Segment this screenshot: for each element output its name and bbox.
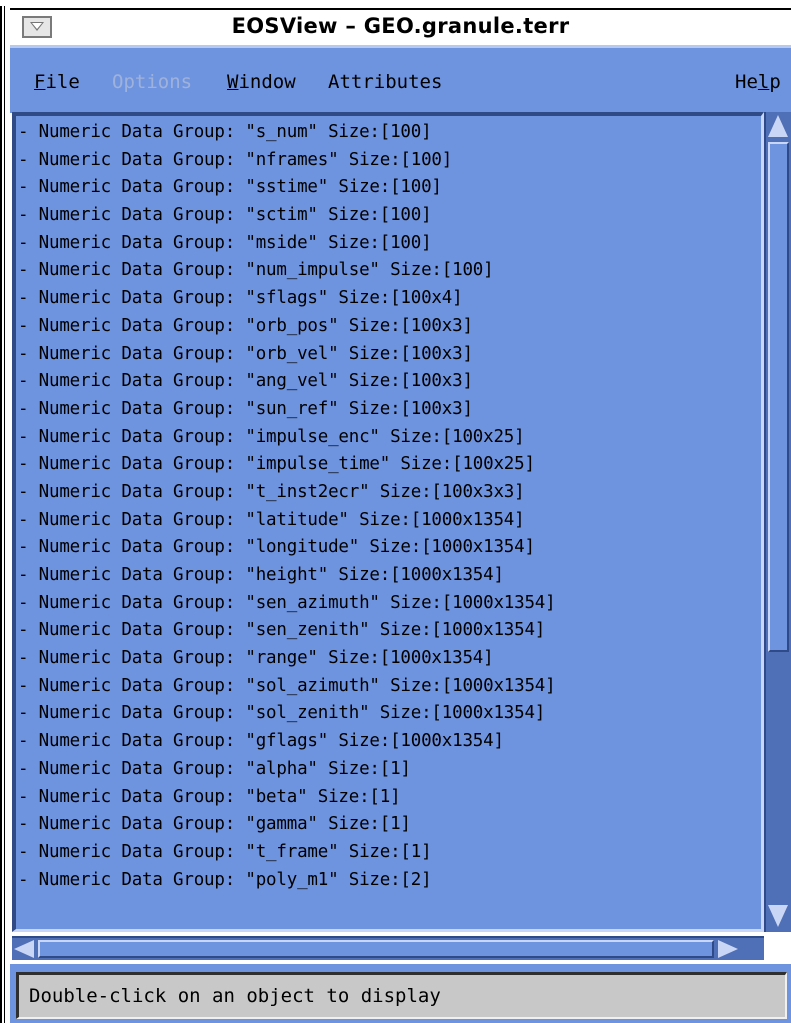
menu-help-label-start: He	[735, 71, 758, 93]
list-item[interactable]: - Numeric Data Group: "mside" Size:[100]	[18, 230, 758, 258]
vertical-scrollbar[interactable]	[764, 112, 791, 932]
menu-help[interactable]: Help	[735, 71, 781, 93]
horizontal-scrollbar[interactable]	[12, 936, 764, 960]
menu-window-label: indow	[238, 71, 296, 93]
status-bar: Double-click on an object to display	[16, 972, 787, 1019]
menu-file-mnemonic: F	[34, 71, 46, 93]
scroll-up-arrow-icon[interactable]	[768, 115, 789, 139]
scroll-down-arrow-icon[interactable]	[768, 905, 789, 929]
vertical-scroll-thumb[interactable]	[768, 142, 789, 652]
list-item[interactable]: - Numeric Data Group: "num_impulse" Size…	[18, 257, 758, 285]
list-item[interactable]: - Numeric Data Group: "orb_pos" Size:[10…	[18, 313, 758, 341]
menu-help-label-end: p	[769, 71, 781, 93]
list-item[interactable]: - Numeric Data Group: "beta" Size:[1]	[18, 784, 758, 812]
list-item[interactable]: - Numeric Data Group: "poly_m1" Size:[2]	[18, 867, 758, 895]
menu-attributes[interactable]: Attributes	[328, 71, 442, 93]
list-item[interactable]: - Numeric Data Group: "nframes" Size:[10…	[18, 147, 758, 175]
list-item[interactable]: - Numeric Data Group: "sol_zenith" Size:…	[18, 700, 758, 728]
status-area: Double-click on an object to display	[10, 964, 791, 1023]
menu-options[interactable]: Options	[112, 71, 192, 93]
list-item[interactable]: - Numeric Data Group: "range" Size:[1000…	[18, 645, 758, 673]
list-item[interactable]: - Numeric Data Group: "impulse_time" Siz…	[18, 451, 758, 479]
menu-window[interactable]: Window	[227, 71, 296, 93]
list-item[interactable]: - Numeric Data Group: "sstime" Size:[100…	[18, 174, 758, 202]
title-bar[interactable]: EOSView – GEO.granule.terr	[10, 8, 791, 45]
horizontal-scroll-thumb[interactable]	[38, 940, 714, 958]
list-item[interactable]: - Numeric Data Group: "orb_vel" Size:[10…	[18, 341, 758, 369]
list-item[interactable]: - Numeric Data Group: "t_inst2ecr" Size:…	[18, 479, 758, 507]
list-item[interactable]: - Numeric Data Group: "sflags" Size:[100…	[18, 285, 758, 313]
object-list[interactable]: - Numeric Data Group: "s_num" Size:[100]…	[12, 112, 764, 932]
menu-bar: File Options Window Attributes Help	[10, 45, 791, 113]
list-item[interactable]: - Numeric Data Group: "s_num" Size:[100]	[18, 119, 758, 147]
list-item[interactable]: - Numeric Data Group: "sctim" Size:[100]	[18, 202, 758, 230]
list-item[interactable]: - Numeric Data Group: "t_frame" Size:[1]	[18, 839, 758, 867]
list-item[interactable]: - Numeric Data Group: "gamma" Size:[1]	[18, 811, 758, 839]
window-frame-left	[0, 6, 10, 1023]
scroll-left-arrow-icon[interactable]	[14, 940, 36, 958]
list-item[interactable]: - Numeric Data Group: "alpha" Size:[1]	[18, 756, 758, 784]
list-item[interactable]: - Numeric Data Group: "height" Size:[100…	[18, 562, 758, 590]
menu-window-mnemonic: W	[227, 71, 239, 93]
status-text: Double-click on an object to display	[29, 985, 441, 1007]
list-item[interactable]: - Numeric Data Group: "longitude" Size:[…	[18, 534, 758, 562]
window-title: EOSView – GEO.granule.terr	[231, 14, 570, 38]
object-list-items: - Numeric Data Group: "s_num" Size:[100]…	[18, 119, 758, 894]
menu-help-mnemonic: l	[757, 71, 770, 93]
menu-file-label: ile	[45, 71, 80, 93]
list-item[interactable]: - Numeric Data Group: "sen_azimuth" Size…	[18, 590, 758, 618]
scroll-right-arrow-icon[interactable]	[718, 940, 740, 958]
list-item[interactable]: - Numeric Data Group: "ang_vel" Size:[10…	[18, 368, 758, 396]
menu-file[interactable]: File	[34, 71, 80, 93]
list-item[interactable]: - Numeric Data Group: "sun_ref" Size:[10…	[18, 396, 758, 424]
list-item[interactable]: - Numeric Data Group: "sen_zenith" Size:…	[18, 617, 758, 645]
list-item[interactable]: - Numeric Data Group: "sol_azimuth" Size…	[18, 673, 758, 701]
list-item[interactable]: - Numeric Data Group: "latitude" Size:[1…	[18, 507, 758, 535]
list-item[interactable]: - Numeric Data Group: "impulse_enc" Size…	[18, 424, 758, 452]
list-item[interactable]: - Numeric Data Group: "gflags" Size:[100…	[18, 728, 758, 756]
